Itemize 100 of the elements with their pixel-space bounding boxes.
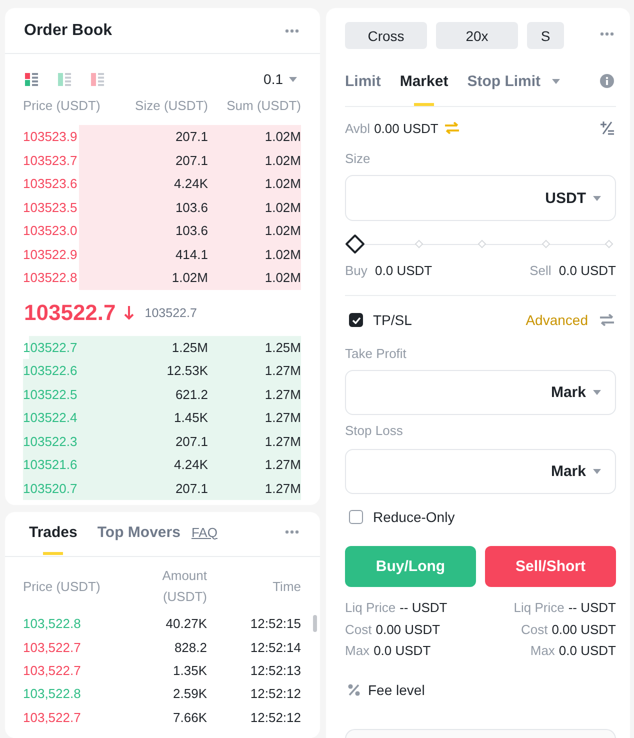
available-value: 0.00 USDT — [374, 120, 438, 136]
check-icon — [352, 316, 360, 324]
caret-icon — [593, 196, 601, 200]
order-size: 4.24K — [173, 457, 208, 472]
swap-icon[interactable] — [445, 122, 460, 134]
summary-label: Liq Price — [514, 600, 564, 616]
unit-dropdown[interactable]: USDT — [545, 190, 601, 206]
trade-price: 103,522.8 — [23, 686, 82, 702]
tpsl-checkbox[interactable] — [349, 313, 363, 327]
trade-amount: 7.66K — [172, 710, 207, 725]
order-sum: 1.25M — [264, 340, 301, 355]
summary-label: Max — [530, 643, 555, 658]
summary-value: 0.0 USDT — [374, 643, 431, 658]
order-size: 207.1 — [174, 152, 208, 168]
slider-step-icon[interactable] — [604, 240, 614, 248]
size-input[interactable]: USDT — [345, 175, 616, 221]
trigger-dropdown[interactable]: Mark — [550, 463, 601, 480]
column-header: Size (USDT) — [134, 97, 208, 115]
ask-price: 103523.0 — [23, 223, 78, 238]
summary-label: Liq Price — [345, 600, 396, 616]
order-size: 4.24K — [173, 176, 208, 192]
order-type-tab[interactable]: Stop Limit — [467, 60, 560, 106]
ask-price: 103522.8 — [23, 270, 78, 286]
ask-price: 103523.6 — [23, 176, 78, 192]
order-sum: 1.27M — [264, 480, 301, 496]
amount-label: Sell — [530, 262, 552, 278]
tpsl-label: TP/SL — [373, 312, 412, 328]
trade-price: 103,522.7 — [23, 662, 82, 678]
bid-price: 103521.6 — [23, 457, 78, 472]
order-size: 103.6 — [174, 223, 208, 238]
slider-step-icon[interactable] — [414, 240, 423, 248]
order-sum: 1.27M — [264, 386, 301, 402]
more-icon[interactable] — [285, 28, 299, 32]
trade-time: 12:52:15 — [249, 616, 301, 632]
order-size: 103.6 — [174, 200, 208, 215]
summary-label: Cost — [520, 622, 548, 637]
fee-level-button[interactable]: Fee level — [345, 680, 425, 700]
last-price: 103522.7 — [24, 300, 116, 326]
order-size: 207.1 — [174, 129, 208, 144]
trade-time: 12:52:13 — [249, 662, 301, 678]
sell-short-button[interactable]: Sell/Short — [485, 546, 616, 587]
amount-value: 0.0 USDT — [375, 262, 432, 278]
order-sum: 1.02M — [264, 152, 301, 168]
summary-value: -- USDT — [568, 600, 616, 616]
column-header: Sum (USDT) — [226, 97, 301, 115]
stop-loss-label: Stop Loss — [345, 422, 403, 440]
swap-icon[interactable] — [600, 314, 614, 326]
order-sum: 1.27M — [264, 410, 301, 426]
more-icon[interactable] — [600, 32, 614, 36]
ask-side-layout-icon[interactable] — [91, 72, 104, 86]
available-label: Avbl — [345, 120, 370, 136]
order-type-tab[interactable]: Limit — [345, 60, 381, 106]
faq-link[interactable]: FAQ — [191, 524, 218, 540]
take-profit-input[interactable]: Mark — [345, 370, 616, 415]
ask-price: 103522.9 — [23, 246, 78, 262]
trade-amount: 828.2 — [173, 640, 207, 655]
bid-side-layout-icon[interactable] — [58, 72, 71, 86]
trade-time: 12:52:14 — [249, 640, 301, 655]
bid-price: 103522.7 — [23, 340, 78, 355]
trigger-dropdown[interactable]: Mark — [550, 384, 601, 401]
trade-price: 103,522.8 — [23, 616, 82, 632]
trade-price: 103,522.7 — [23, 640, 82, 655]
bid-price: 103522.5 — [23, 386, 78, 402]
take-profit-label: Take Profit — [345, 345, 406, 363]
slider-step-icon[interactable] — [541, 240, 550, 248]
slider-step-icon[interactable] — [478, 240, 486, 248]
reduce-only-label: Reduce-Only — [373, 509, 455, 525]
column-header: Price (USDT) — [23, 578, 102, 596]
order-size: 621.2 — [174, 386, 208, 402]
column-header: Time — [272, 578, 301, 596]
order-sum: 1.02M — [264, 129, 301, 144]
bid-price: 103522.4 — [23, 410, 78, 426]
panel-tab[interactable]: Top Movers — [97, 512, 180, 556]
order-sum: 1.27M — [264, 457, 301, 472]
bid-price: 103520.7 — [23, 480, 78, 496]
order-size: 207.1 — [174, 480, 208, 496]
info-icon[interactable] — [600, 74, 614, 88]
bid-price: 103522.3 — [23, 434, 78, 449]
stop-loss-input[interactable]: Mark — [345, 449, 616, 494]
both-sides-layout-icon[interactable] — [25, 72, 38, 86]
scrollbar-thumb[interactable] — [313, 615, 317, 632]
order-type-tab[interactable]: Market — [400, 60, 448, 106]
margin-mode-button[interactable]: 20x — [436, 22, 518, 49]
margin-mode-button[interactable]: Cross — [345, 22, 427, 49]
tick-size-dropdown[interactable]: 0.1 — [264, 71, 297, 87]
amount-label: Buy — [345, 262, 368, 278]
caret-icon — [289, 76, 297, 82]
order-size: 1.02M — [170, 270, 208, 286]
trade-time: 12:52:12 — [249, 710, 301, 725]
margin-mode-button[interactable]: S — [527, 22, 564, 49]
size-label: Size — [345, 150, 370, 168]
trade-amount: 40.27K — [164, 616, 207, 632]
trade-amount: 2.59K — [172, 686, 207, 702]
more-icon[interactable] — [285, 530, 299, 534]
panel-tab[interactable]: Trades — [29, 512, 78, 556]
reduce-only-checkbox[interactable] — [349, 510, 363, 524]
plus-equals-icon[interactable] — [600, 121, 614, 135]
percent-icon — [348, 684, 360, 696]
bid-price: 103522.6 — [23, 363, 78, 378]
summary-value: 0.0 USDT — [558, 643, 616, 658]
